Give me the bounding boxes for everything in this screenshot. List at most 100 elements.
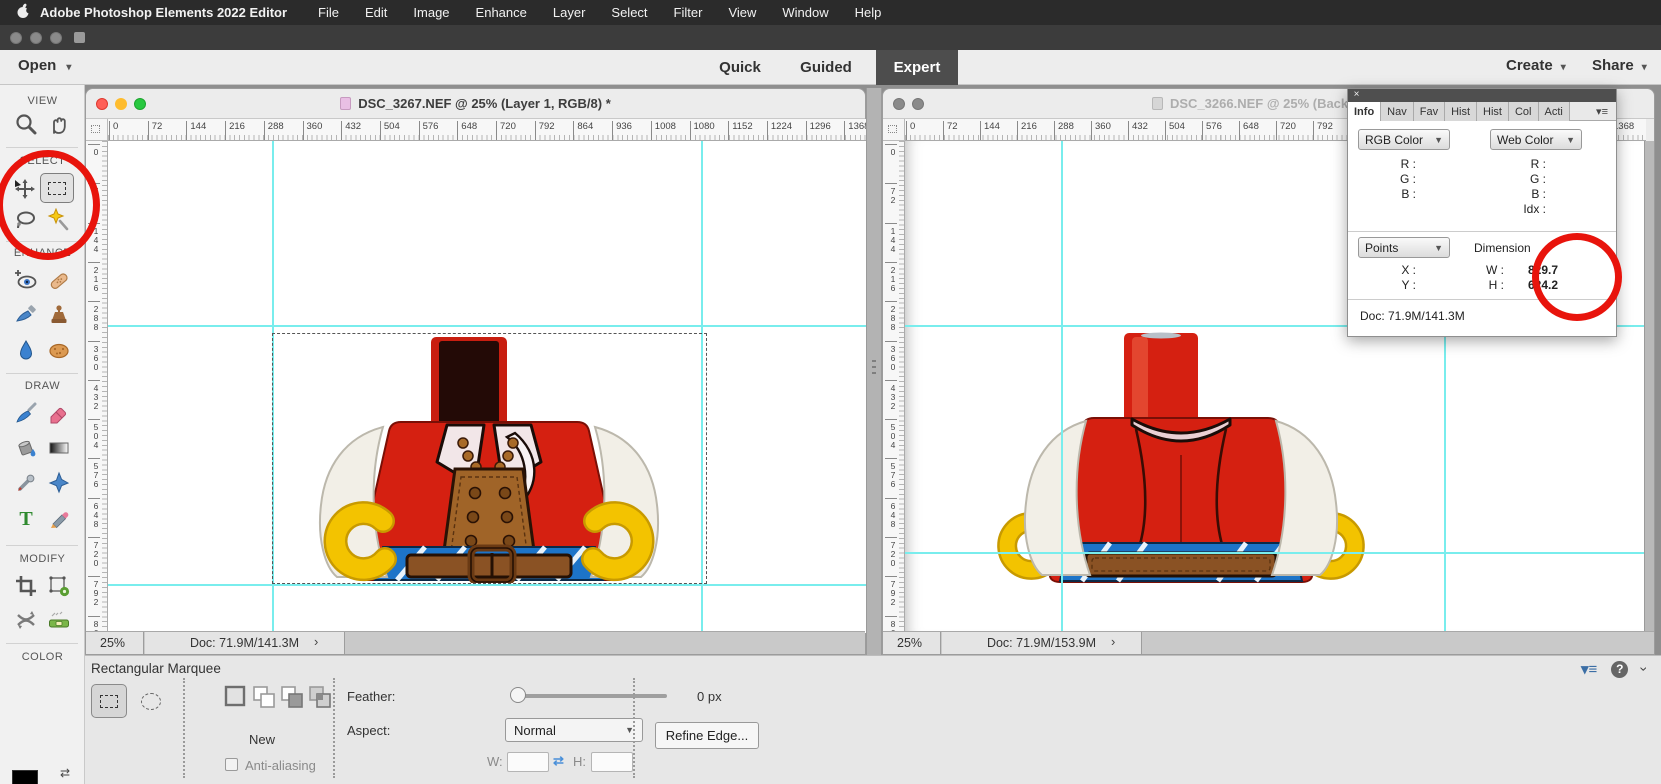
content-aware-move-tool[interactable] [13,607,39,633]
rectangular-marquee-option-button[interactable] [91,684,127,718]
close-icon[interactable]: × [1351,90,1362,101]
panel-menu-icon[interactable]: ▾≡ [1581,660,1597,678]
height-input[interactable] [591,752,633,772]
doc1-close-button[interactable] [96,97,108,110]
menu-item-select[interactable]: Select [611,5,647,20]
doc1-canvas[interactable] [108,141,867,633]
info-panel-tab-info[interactable]: Info [1348,102,1382,121]
guide-horizontal-2[interactable] [905,552,1646,554]
doc2-zoom-level[interactable]: 25% [883,632,941,654]
doc1-horizontal-ruler[interactable]: 0 72 144 216 288 360 432 504 576 648 720 792 864 936 1… [108,119,867,141]
magic-wand-tool[interactable] [46,207,72,233]
selection-marquee[interactable] [272,333,707,584]
crop-tool[interactable] [13,573,39,599]
menu-item-enhance[interactable]: Enhance [476,5,527,20]
info-panel-tab-fav[interactable]: Fav [1413,102,1446,121]
tab-quick[interactable]: Quick [704,50,776,85]
document-window-dsc3267[interactable]: DSC_3267.NEF @ 25% (Layer 1, RGB/8) * 0 7… [85,88,867,655]
panel-options-menu-icon[interactable]: ▾≡ [1588,102,1616,120]
aspect-select[interactable]: Normal ▼ [505,718,643,742]
app-window-titlebar[interactable] [0,25,1661,50]
ruler-label: 216 [88,261,101,292]
help-icon[interactable]: ? [1611,660,1629,678]
clone-stamp-tool[interactable] [46,301,72,327]
swap-colors-icon[interactable]: ⇄ [60,766,70,780]
doc2-vertical-ruler[interactable]: 0 72 144 216 288 360 432 504 576 648 720 792 864 [883,141,905,633]
window-zoom-button[interactable] [50,31,62,44]
info-panel-tab-hist-2[interactable]: Hist [1477,102,1509,121]
menu-item-edit[interactable]: Edit [365,5,387,20]
status-expand-chevron[interactable]: › [314,634,318,649]
gradient-tool[interactable] [46,435,72,461]
info-panel-tab-col[interactable]: Col [1508,102,1539,121]
doc2-close-button[interactable] [893,97,905,110]
paint-bucket-tool[interactable] [13,435,39,461]
doc1-zoom-level[interactable]: 25% [86,632,144,654]
info-panel-tab-hist[interactable]: Hist [1445,102,1478,121]
recompose-tool[interactable] [46,573,72,599]
info-panel-tab-acti[interactable]: Acti [1538,102,1570,121]
move-tool[interactable] [11,175,37,201]
feather-slider-knob[interactable] [510,687,526,703]
menu-item-file[interactable]: File [318,5,339,20]
feather-slider[interactable] [517,694,667,698]
create-button[interactable]: Create ▾ [1506,57,1566,74]
guide-horizontal-2[interactable] [108,584,867,586]
swap-width-height-icon[interactable]: ⇄ [553,753,564,769]
apple-menu-icon[interactable] [16,3,32,22]
sponge-tool[interactable] [46,337,72,363]
doc1-vertical-ruler[interactable]: 0 72 144 216 288 360 432 504 576 648 720 792 864 [86,141,108,633]
eyedropper-tool[interactable] [13,470,39,496]
menu-item-layer[interactable]: Layer [553,5,586,20]
window-close-button[interactable] [10,31,22,44]
menu-item-help[interactable]: Help [855,5,882,20]
zoom-tool[interactable] [13,111,39,137]
guide-vertical-1[interactable] [1061,141,1063,633]
window-divider[interactable] [866,88,882,655]
first-color-readout-select[interactable]: RGB Color ▼ [1358,129,1450,150]
selection-mode-add-button[interactable] [251,684,277,710]
smart-brush-tool[interactable] [13,301,39,327]
second-color-readout-select[interactable]: Web Color ▼ [1490,129,1582,150]
doc1-minimize-button[interactable] [115,97,127,110]
hand-tool[interactable] [46,111,72,137]
lasso-tool[interactable] [13,207,39,233]
pencil-tool[interactable] [46,505,72,531]
menu-item-window[interactable]: Window [782,5,828,20]
menu-item-image[interactable]: Image [413,5,449,20]
spot-healing-brush-tool[interactable] [46,267,72,293]
info-panel-tab-nav[interactable]: Nav [1381,102,1414,121]
status-expand-chevron[interactable]: › [1111,634,1115,649]
doc2-minimize-button[interactable] [912,97,924,110]
window-minimize-button[interactable] [30,31,42,44]
selection-mode-intersect-button[interactable] [307,684,333,710]
doc1-zoom-button[interactable] [134,97,146,110]
anti-aliasing-checkbox[interactable] [225,758,238,771]
refine-edge-button[interactable]: Refine Edge... [655,722,759,749]
doc2-scrollbar[interactable] [1644,141,1654,633]
share-button[interactable]: Share ▾ [1592,57,1647,74]
blur-tool[interactable] [13,337,39,363]
mouse-coordinates-units-select[interactable]: Points ▼ [1358,237,1450,258]
brush-tool[interactable] [13,400,39,426]
tab-guided[interactable]: Guided [786,50,866,85]
foreground-color-swatch[interactable] [12,770,38,784]
menu-item-view[interactable]: View [728,5,756,20]
doc1-titlebar[interactable]: DSC_3267.NEF @ 25% (Layer 1, RGB/8) * [86,89,865,119]
collapse-panel-chevron-icon[interactable]: › [1637,667,1653,672]
menu-item-filter[interactable]: Filter [674,5,703,20]
eraser-tool[interactable] [46,400,72,426]
red-eye-removal-tool[interactable] [13,267,39,293]
tab-expert[interactable]: Expert [876,50,958,85]
rectangular-marquee-tool[interactable] [39,173,74,203]
selection-mode-subtract-button[interactable] [279,684,305,710]
selection-mode-new-button[interactable] [223,684,249,710]
shape-tool[interactable] [46,470,72,496]
info-panel-header[interactable]: × [1348,89,1616,102]
straighten-tool[interactable] [46,607,72,633]
width-input[interactable] [507,752,549,772]
guide-horizontal-1[interactable] [108,325,867,327]
elliptical-marquee-option-button[interactable] [133,684,169,718]
type-tool[interactable]: T [13,505,39,531]
open-button[interactable]: Open ▾ [18,57,71,74]
